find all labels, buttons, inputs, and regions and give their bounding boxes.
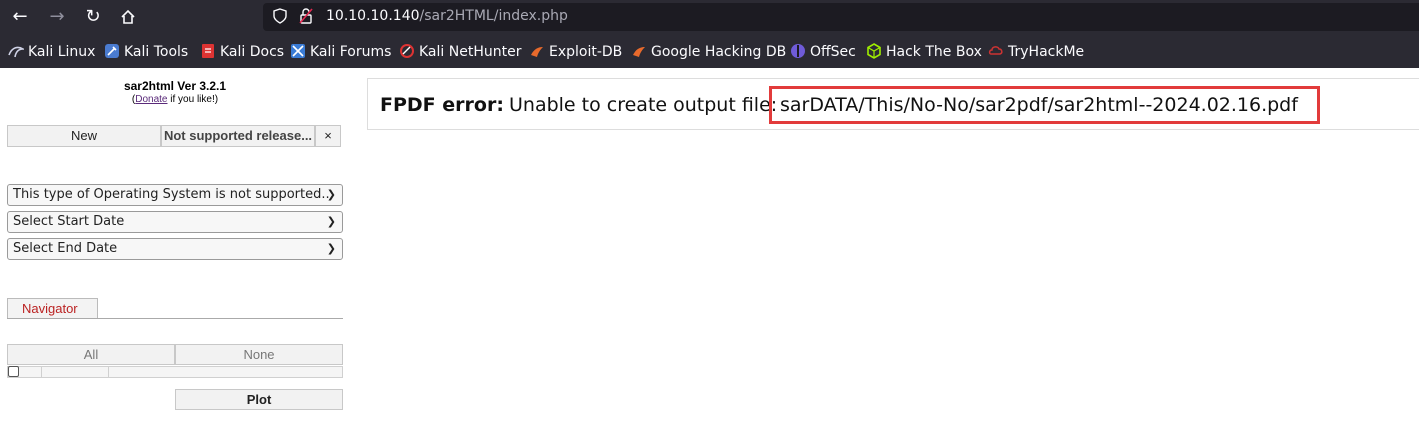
bookmark-google-hacking-db[interactable]: Google Hacking DB [631,43,786,61]
chevron-down-icon: ❯ [326,188,336,201]
donate-line: (Donate if you like!) [131,94,219,105]
bookmark-hack-the-box[interactable]: Hack The Box [866,43,982,61]
bookmarks-bar: Kali Linux Kali Tools Kali Docs Kali For… [0,34,1419,68]
start-date-select[interactable]: Select Start Date ❯ [7,211,343,233]
tab-divider [7,318,343,319]
bookmark-exploit-db[interactable]: Exploit-DB [529,43,622,61]
forward-icon[interactable]: → [45,5,69,29]
sar2html-sidebar: sar2html Ver 3.2.1 (Donate if you like!)… [0,68,350,434]
url-host: 10.10.10.140 [326,8,420,24]
nethunter-icon [400,44,414,58]
os-select[interactable]: This type of Operating System is not sup… [7,184,343,206]
app-title: sar2html Ver 3.2.1 [123,79,227,93]
home-icon[interactable] [116,5,140,29]
release-button[interactable]: Not supported release... [161,125,315,147]
bookmark-kali-nethunter[interactable]: Kali NetHunter [399,43,521,61]
kali-forums-icon [291,44,305,58]
select-all-button[interactable]: All [7,344,175,365]
url-text[interactable]: 10.10.10.140/sar2HTML/index.php [326,8,568,24]
bookmark-kali-linux[interactable]: Kali Linux [8,43,95,61]
chevron-down-icon: ❯ [326,242,336,255]
reload-icon[interactable]: ↻ [81,5,105,29]
bookmark-kali-docs[interactable]: Kali Docs [200,43,284,61]
browser-toolbar: ← → ↻ 10.10.10.140/sar2HTML/index.php [0,0,1419,34]
select-none-button[interactable]: None [175,344,343,365]
url-path: /sar2HTML/index.php [419,8,568,24]
offsec-icon [791,44,805,58]
bookmark-tryhackme[interactable]: TryHackMe [988,43,1084,61]
donate-link[interactable]: Donate [135,94,167,105]
back-icon[interactable]: ← [8,5,32,29]
kali-tools-icon [105,44,119,58]
new-button[interactable]: New [7,125,161,147]
tab-navigator[interactable]: Navigator [7,298,98,319]
error-message: Unable to create output file: [509,94,778,116]
ghdb-icon [633,47,645,57]
chevron-down-icon: ❯ [326,215,336,228]
navigator-row [7,366,343,378]
plot-button[interactable]: Plot [175,389,343,410]
shield-icon[interactable] [273,8,287,24]
kali-dragon-icon [8,46,24,58]
bookmark-kali-forums[interactable]: Kali Forums [290,43,391,61]
end-date-select[interactable]: Select End Date ❯ [7,238,343,260]
kali-docs-icon [202,44,214,58]
navigator-checkbox[interactable] [8,366,19,377]
insecure-lock-icon[interactable] [299,8,313,24]
tryhackme-icon [988,46,1003,55]
htb-icon [867,43,881,59]
bookmark-kali-tools[interactable]: Kali Tools [104,43,188,61]
exploit-db-icon [531,47,543,57]
close-button[interactable]: × [315,125,341,147]
bookmark-offsec[interactable]: OffSec [790,43,856,61]
error-label: FPDF error: [380,94,504,116]
address-bar[interactable]: 10.10.10.140/sar2HTML/index.php [263,3,1419,31]
annotation-highlight-box [769,86,1320,124]
